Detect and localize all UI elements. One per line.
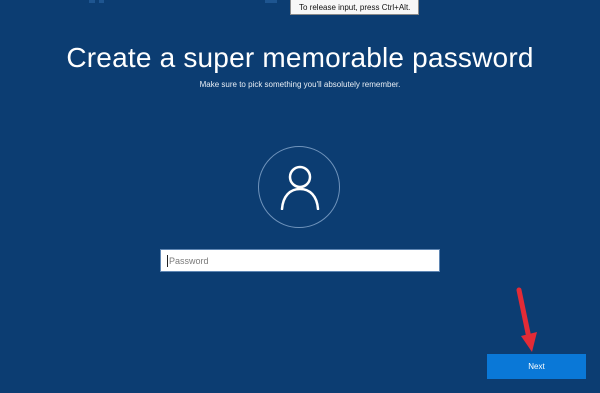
password-input[interactable] xyxy=(161,250,439,271)
password-field[interactable] xyxy=(160,249,440,272)
page-subtitle: Make sure to pick something you'll absol… xyxy=(199,80,401,89)
red-arrow-icon xyxy=(516,287,537,352)
vm-toolbar-marks xyxy=(89,0,279,4)
release-input-tooltip: To release input, press Ctrl+Alt. xyxy=(290,0,420,15)
next-button[interactable]: Next xyxy=(487,354,586,379)
page-title: Create a super memorable password xyxy=(66,42,534,73)
avatar xyxy=(258,146,340,228)
user-icon xyxy=(280,165,320,210)
